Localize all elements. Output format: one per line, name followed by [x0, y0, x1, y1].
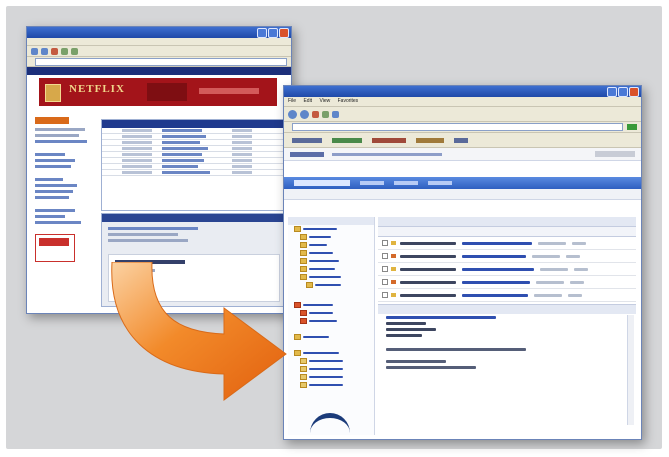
address-bar [27, 57, 291, 67]
banner-tile-icon [45, 84, 61, 102]
url-input[interactable] [292, 123, 623, 131]
browser-toolbar [27, 46, 291, 57]
folder-item[interactable] [288, 333, 374, 341]
message-list-toolbar [378, 217, 636, 227]
folder-item[interactable] [288, 265, 374, 273]
refresh-icon[interactable] [61, 47, 68, 55]
address-bar [284, 122, 641, 133]
reading-pane-header [378, 305, 636, 314]
browser-toolbar [284, 107, 641, 122]
window-title-bar [284, 86, 641, 97]
netflix-left-sidebar [33, 111, 95, 307]
transition-arrow [111, 262, 287, 401]
minimize-icon[interactable] [607, 87, 617, 97]
home-icon[interactable] [71, 47, 78, 55]
folder-item[interactable] [288, 349, 374, 357]
reading-pane [378, 304, 636, 435]
mail-subbar [284, 189, 641, 200]
mail-logo [294, 180, 350, 186]
menu-edit[interactable]: Edit [303, 98, 312, 104]
folder-item[interactable] [288, 301, 374, 309]
back-icon[interactable] [288, 109, 297, 119]
mail-banner [284, 177, 641, 189]
forward-icon[interactable] [41, 47, 48, 55]
folder-item[interactable] [288, 357, 374, 365]
folder-item[interactable] [288, 225, 374, 233]
message-list [378, 217, 636, 302]
folder-item[interactable] [288, 249, 374, 257]
folder-item[interactable] [288, 317, 374, 325]
rental-queue-table [101, 119, 287, 211]
back-icon[interactable] [31, 47, 38, 55]
folder-item[interactable] [288, 281, 374, 289]
folder-item[interactable] [288, 257, 374, 265]
folder-item[interactable] [288, 381, 374, 389]
minimize-icon[interactable] [257, 28, 267, 38]
message-row[interactable] [378, 276, 636, 289]
url-input[interactable] [35, 57, 287, 66]
netflix-logo: NETFLIX [69, 83, 125, 95]
banner-promo [147, 83, 187, 101]
sidebar-ad [35, 234, 75, 262]
folder-pane [288, 217, 375, 435]
message-row[interactable] [378, 250, 636, 263]
site-nav-strip [27, 67, 291, 75]
folder-item[interactable] [288, 365, 374, 373]
sidebar-heading [35, 117, 69, 124]
netflix-banner: NETFLIX [39, 78, 277, 106]
stop-icon[interactable] [51, 47, 58, 55]
folder-item[interactable] [288, 309, 374, 317]
table-header [102, 120, 286, 128]
maximize-icon[interactable] [618, 87, 628, 97]
message-list-header [378, 227, 636, 237]
menu-bar [27, 38, 291, 46]
links-toolbar [284, 133, 641, 148]
message-row[interactable] [378, 237, 636, 250]
screenshot-stage: NETFLIX File Edit View Favorites [6, 6, 662, 449]
sponsor-logo [310, 413, 350, 438]
folder-item[interactable] [288, 233, 374, 241]
refresh-icon[interactable] [322, 110, 329, 118]
banner-promo-text [199, 88, 259, 94]
menu-bar: File Edit View Favorites [284, 97, 641, 107]
menu-view[interactable]: View [319, 98, 330, 104]
message-row[interactable] [378, 263, 636, 276]
app-header-strip [284, 148, 641, 161]
reading-pane-scrollbar[interactable] [627, 315, 634, 425]
window-title-bar [27, 27, 291, 38]
menu-favorites[interactable]: Favorites [338, 98, 359, 104]
go-button-icon[interactable] [627, 124, 637, 130]
folder-item[interactable] [288, 241, 374, 249]
close-icon[interactable] [279, 28, 289, 38]
table-row[interactable] [102, 170, 286, 176]
forward-icon[interactable] [300, 109, 309, 119]
folder-pane-header [288, 217, 374, 225]
stop-icon[interactable] [312, 110, 319, 118]
folder-item[interactable] [288, 373, 374, 381]
menu-file[interactable]: File [288, 98, 296, 104]
close-icon[interactable] [629, 87, 639, 97]
maximize-icon[interactable] [268, 28, 278, 38]
browser-window-email: File Edit View Favorites [283, 85, 642, 440]
home-icon[interactable] [332, 110, 339, 118]
message-row[interactable] [378, 289, 636, 302]
folder-item[interactable] [288, 273, 374, 281]
